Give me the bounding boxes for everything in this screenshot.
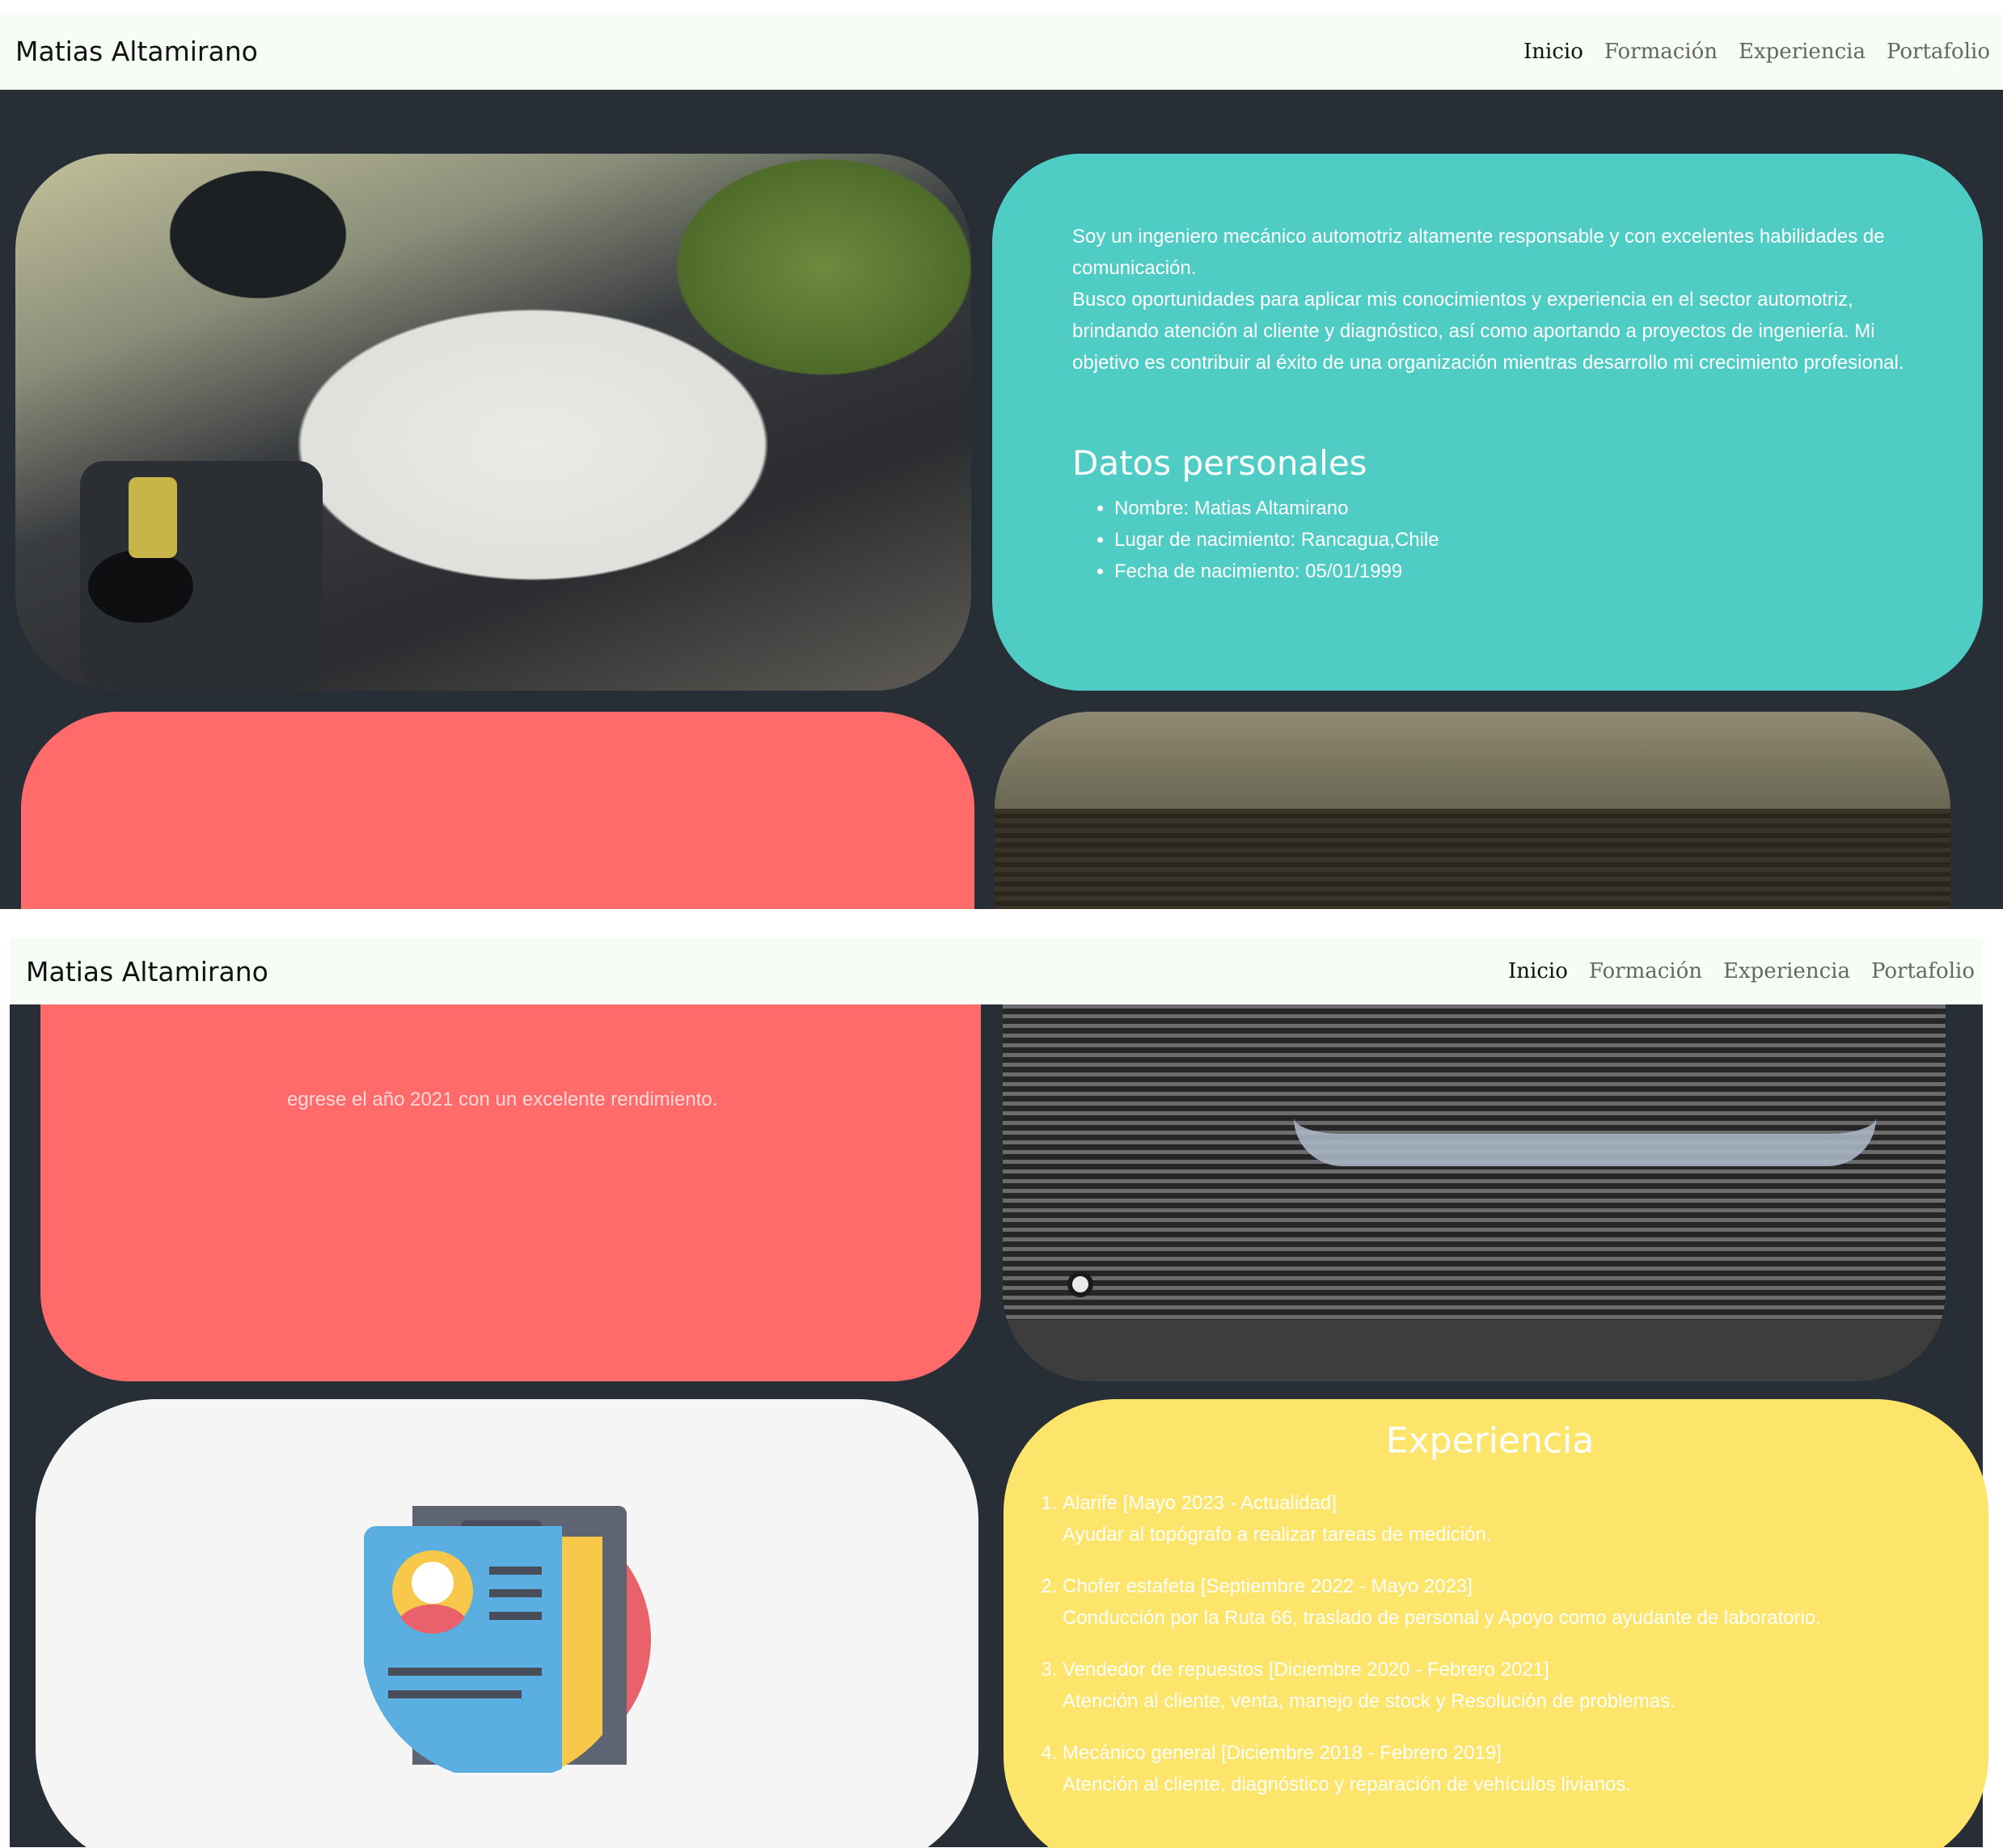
nav-link-portafolio[interactable]: Portafolio [1887, 40, 1990, 64]
duoc-photo-top [995, 712, 1950, 909]
nav-links: Inicio Formación Experiencia Portafolio [1523, 40, 1990, 64]
camera-shape [1067, 1271, 1093, 1297]
top-strip [0, 0, 2003, 13]
duoc-sign-shape [1294, 1037, 1876, 1166]
nav-link-experiencia[interactable]: Experiencia [1723, 959, 1850, 983]
experiencia-desc: Ayudar al topógrafo a realizar tareas de… [1063, 1524, 1492, 1546]
about-card: Soy un ingeniero mecánico automotriz alt… [992, 154, 1983, 691]
screenshot-top: Matias Altamirano Inicio Formación Exper… [0, 0, 2003, 909]
brand[interactable]: Matias Altamirano [15, 36, 258, 67]
experiencia-list: Alarife [Mayo 2023 - Actualidad] Ayudar … [1040, 1487, 1940, 1800]
experiencia-desc: Atención al cliente, diagnóstico y repar… [1063, 1774, 1632, 1795]
nav-link-inicio[interactable]: Inicio [1523, 40, 1583, 64]
funnel-shape [88, 550, 193, 623]
personal-title: Datos personales [1072, 443, 1367, 483]
experiencia-item: Chofer estafeta [Septiembre 2022 - Mayo … [1063, 1571, 1940, 1634]
formacion-card-top [21, 712, 974, 909]
experiencia-title: Experiencia [1385, 1420, 1595, 1461]
formacion-partial-text: egrese el año 2021 con un excelente rend… [287, 1089, 718, 1110]
about-paragraph-2: Busco oportunidades para aplicar mis con… [1072, 289, 1904, 374]
experiencia-role: Mecánico general [Diciembre 2018 - Febre… [1063, 1742, 1502, 1764]
experiencia-role: Alarife [Mayo 2023 - Actualidad] [1063, 1492, 1337, 1514]
nav-links: Inicio Formación Experiencia Portafolio [1508, 959, 1975, 983]
page-background: egrese el año 2021 con un excelente rend… [10, 1004, 1988, 1848]
nav-link-portafolio[interactable]: Portafolio [1871, 959, 1975, 983]
resume-icon-card [36, 1399, 978, 1848]
nav-link-inicio[interactable]: Inicio [1508, 959, 1568, 983]
personal-item: Lugar de nacimiento: Rancagua,Chile [1114, 524, 1918, 556]
nav-link-experiencia[interactable]: Experiencia [1739, 40, 1866, 64]
personal-item: Nombre: Matias Altamirano [1114, 493, 1918, 524]
experiencia-item: Mecánico general [Diciembre 2018 - Febre… [1063, 1737, 1940, 1800]
personal-item: Fecha de nacimiento: 05/01/1999 [1114, 556, 1918, 587]
experiencia-role: Chofer estafeta [Septiembre 2022 - Mayo … [1063, 1575, 1473, 1597]
oil-bottle-shape [129, 477, 177, 558]
nav-link-formacion[interactable]: Formación [1589, 959, 1702, 983]
mechanic-photo [15, 154, 971, 691]
resume-icon [364, 1506, 651, 1773]
navbar: Matias Altamirano Inicio Formación Exper… [0, 13, 2003, 90]
navbar-sticky: Matias Altamirano Inicio Formación Exper… [10, 938, 1983, 1004]
experiencia-card: Experiencia Alarife [Mayo 2023 - Actuali… [1004, 1399, 1988, 1848]
nav-link-formacion[interactable]: Formación [1604, 40, 1718, 64]
experiencia-desc: Atención al cliente, venta, manejo de st… [1063, 1690, 1676, 1712]
experiencia-item: Vendedor de repuestos [Diciembre 2020 - … [1063, 1654, 1940, 1717]
floor-shape [1003, 1320, 1946, 1381]
ceiling-shape [995, 712, 1950, 809]
experiencia-role: Vendedor de repuestos [Diciembre 2020 - … [1063, 1659, 1549, 1681]
formacion-card: egrese el año 2021 con un excelente rend… [40, 1004, 981, 1381]
screenshot-bottom: egrese el año 2021 con un excelente rend… [0, 909, 2003, 1848]
experiencia-item: Alarife [Mayo 2023 - Actualidad] Ayudar … [1063, 1487, 1940, 1550]
about-paragraph: Soy un ingeniero mecánico automotriz alt… [1072, 226, 1885, 279]
experiencia-desc: Conducción por la Ruta 66, traslado de p… [1063, 1607, 1821, 1629]
brand[interactable]: Matias Altamirano [26, 956, 268, 987]
personal-list: Nombre: Matias Altamirano Lugar de nacim… [1072, 493, 1918, 587]
duoc-photo [1003, 1004, 1946, 1381]
